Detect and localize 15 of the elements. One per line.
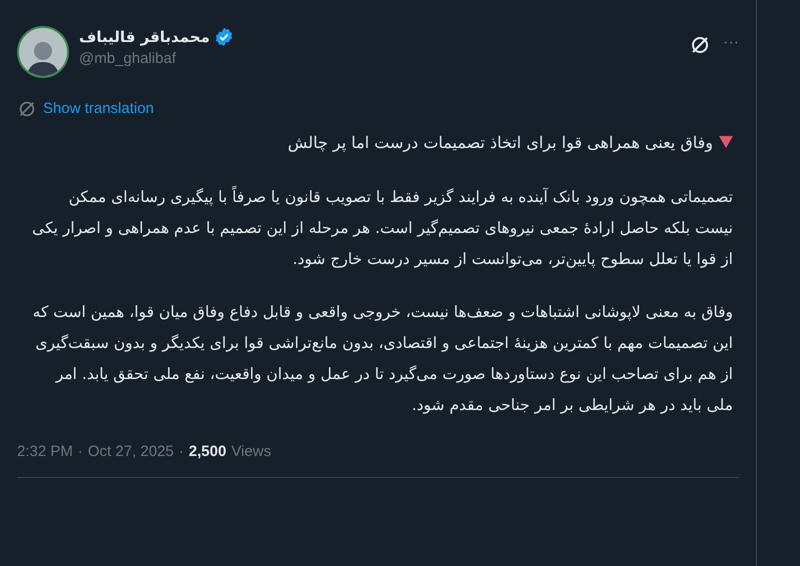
tweet-paragraph: وفاق به معنی لاپوشانی اشتباهات و ضعف‌ها نیست، خروجی واقعی و قابل دفاع وفاق میان قوا، همین است که این تصمیمات مهم با کمترین هزینهٔ اجتماعی و اقتصادی، بدون مانع‌تراشی قوا برای یکدیگر و بدون سبقت‌گیری از هم برای تصاحب این نوع دستاوردها صورت می‌گیرد تا در عمل و میدان واقعیت، نفع ملی تحقق یابد. امر ملی باید در هر شرایطی بر امر جناحی مقدم شود. <box>32 302 734 416</box>
separator-dot: · <box>78 442 83 462</box>
author-name[interactable]: محمدباقر قالیباف <box>79 26 210 48</box>
tweet-headline: وفاق یعنی همراهی قوا برای اتخاذ تصمیمات درست اما پر چالش <box>288 132 713 154</box>
views-count: 2,500 <box>188 442 226 462</box>
tweet-time[interactable]: 2:32 PM <box>17 440 73 463</box>
views-label: Views <box>231 442 272 462</box>
show-translation-link[interactable]: Show translation <box>43 98 154 120</box>
more-button[interactable]: ··· <box>723 32 739 54</box>
author-handle[interactable]: @mb_ghalibaf <box>79 48 234 70</box>
tweet-date[interactable]: Oct 27, 2025 <box>88 440 174 463</box>
avatar[interactable] <box>17 26 69 78</box>
down-triangle-icon <box>719 136 733 148</box>
tweet-paragraph: تصمیماتی همچون ورود بانک آینده به فرایند گزیر فقط با تصویب قانون یا صرفاً با پیگیری رسانه‌ای ممکن نیست بلکه حاصل ارادهٔ جمعی نیروهای تصمیم‌گیر است. هر مرحله از این تصمیم با عدم همراهی و اصرار یکی از قوا یا تعلل سطوح پایین‌تر، می‌توانست از مسیر درست خارج شود. <box>31 184 734 270</box>
separator-dot: · <box>178 442 184 462</box>
